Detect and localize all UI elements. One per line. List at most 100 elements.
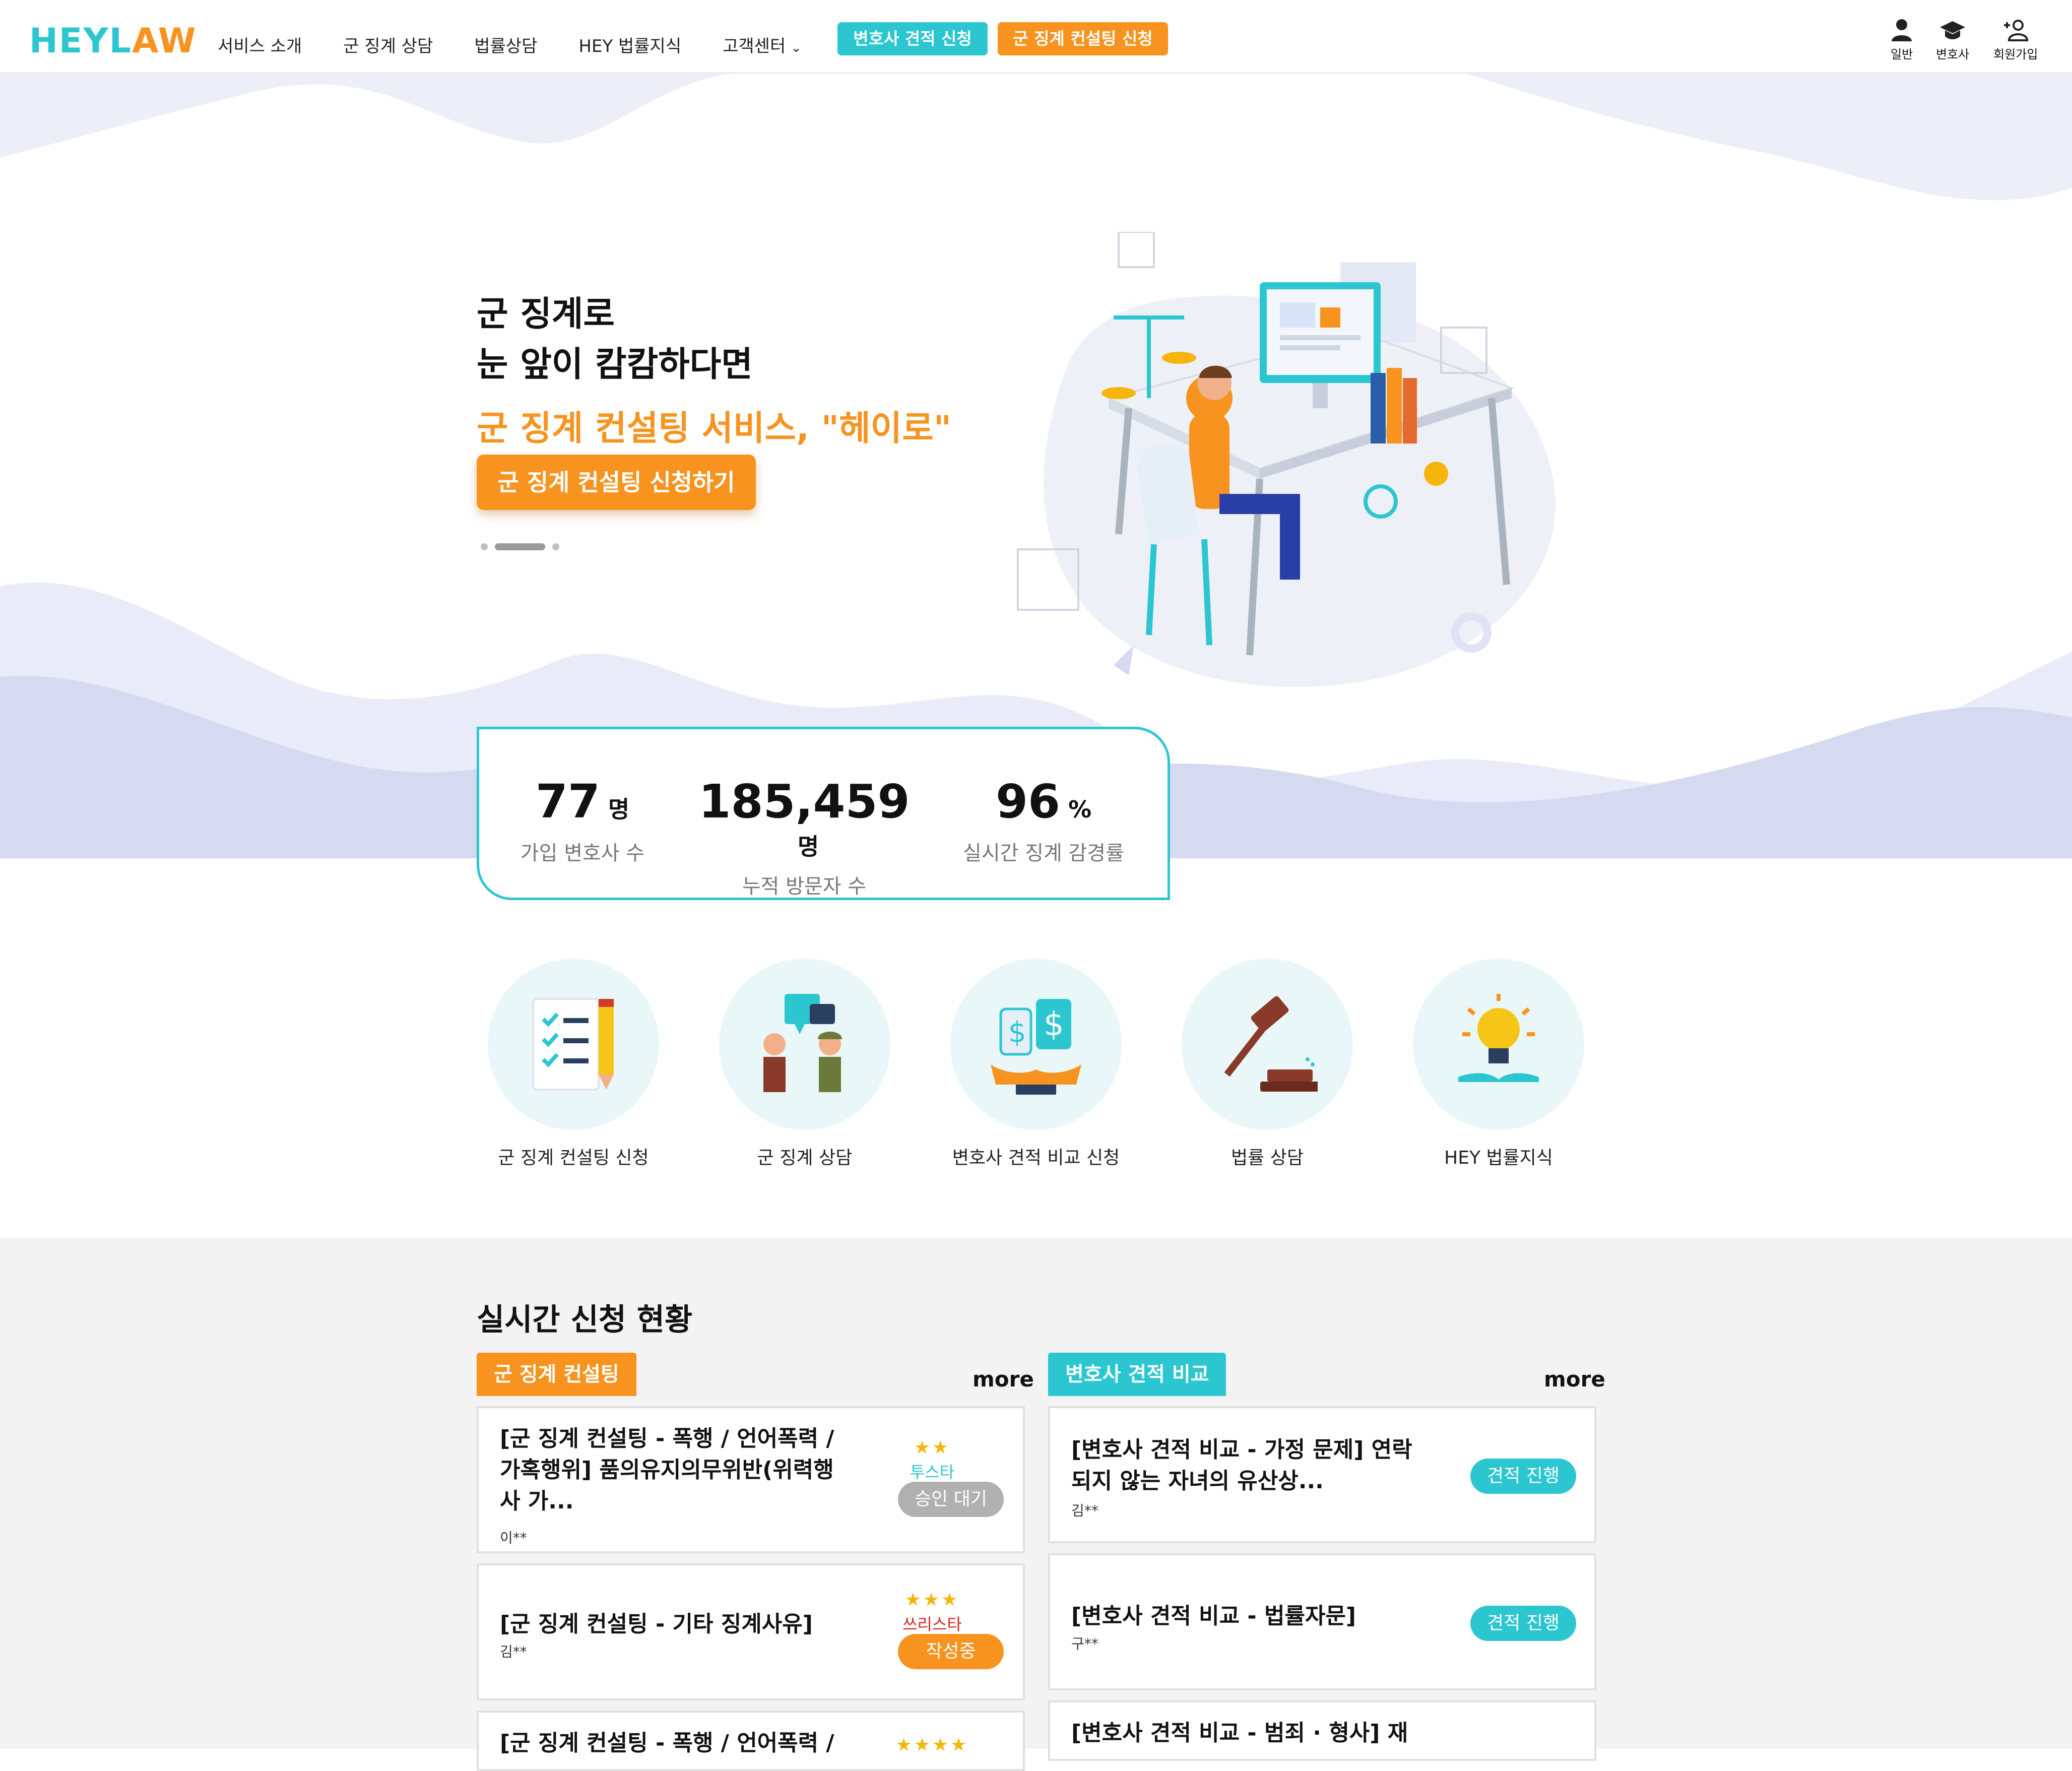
card-title-line: 가혹행위] 품의유지의무위반(위력행	[500, 1457, 834, 1483]
card-title: [군 징계 컨설팅 - 폭행 / 언어폭력 / 가혹행위] 품의유지의무위반(위…	[500, 1423, 834, 1517]
lightbulb-icon	[1458, 994, 1539, 1082]
service-label: 법률 상담	[1231, 1148, 1304, 1168]
service-label: 변호사 견적 비교 신청	[952, 1148, 1120, 1168]
graduation-cap-icon	[1940, 21, 1966, 39]
nav-service-intro[interactable]: 서비스 소개	[218, 32, 302, 57]
nav-military-consult[interactable]: 군 징계 상담	[343, 32, 433, 57]
service-legal-consult[interactable]: 법률 상담	[1182, 959, 1353, 1169]
status-badge: 견적 진행	[1470, 1606, 1576, 1641]
general-login-link[interactable]: 일반	[1891, 18, 1913, 62]
card-title-line: 사 가...	[500, 1488, 574, 1514]
service-circle	[488, 959, 659, 1130]
list-item[interactable]: [군 징계 컨설팅 - 기타 징계사유] 김** ★★★ 쓰리스타 작성중	[477, 1563, 1025, 1700]
service-military-consult[interactable]: 군 징계 상담	[719, 959, 890, 1169]
stat-reduction-unit: %	[1068, 796, 1092, 823]
carousel-dot[interactable]	[481, 543, 488, 550]
carousel-indicator	[481, 543, 559, 550]
stat-lawyers-label: 가입 변호사 수	[520, 842, 645, 865]
user-icon	[1892, 19, 1912, 41]
stat-reduction-value: 96	[995, 775, 1060, 829]
grade-label: 쓰리스타	[902, 1615, 962, 1634]
service-label: HEY 법률지식	[1444, 1148, 1553, 1168]
lawyer-login-label: 변호사	[1936, 47, 1970, 61]
nav-legal-consult[interactable]: 법률상담	[474, 32, 537, 57]
card-title: [군 징계 컨설팅 - 폭행 / 언어폭력 /	[500, 1730, 834, 1756]
star-rating: ★★	[914, 1437, 951, 1458]
card-title: [변호사 견적 비교 - 가정 문제] 연락 되지 않는 자녀의 유산상...	[1071, 1434, 1412, 1497]
card-title: [군 징계 컨설팅 - 기타 징계사유]	[500, 1611, 813, 1637]
nav-customer-center[interactable]: 고객센터 ⌄	[723, 32, 802, 57]
service-circle	[1413, 959, 1584, 1130]
list-item[interactable]: [변호사 견적 비교 - 범죄 · 형사] 재	[1048, 1700, 1596, 1761]
lawyer-login-link[interactable]: 변호사	[1936, 18, 1969, 62]
grade-label: 투스타	[910, 1463, 955, 1482]
nav-customer-center-label: 고객센터	[723, 36, 786, 56]
hero-title: 군 징계로 눈 앞이 캄캄하다면	[477, 289, 753, 390]
stat-lawyers: 77 명 가입 변호사 수	[520, 775, 645, 866]
stat-visitors-value: 185,459	[698, 775, 910, 829]
list-item[interactable]: [군 징계 컨설팅 - 폭행 / 언어폭력 / ★★★★	[477, 1711, 1025, 1771]
card-author: 김**	[1071, 1502, 1098, 1519]
gavel-icon	[1224, 996, 1318, 1092]
live-section-title: 실시간 신청 현황	[477, 1302, 693, 1338]
hero-title-line2: 눈 앞이 캄캄하다면	[477, 345, 753, 385]
card-title: [변호사 견적 비교 - 범죄 · 형사] 재	[1071, 1720, 1408, 1746]
nav-legal-knowledge[interactable]: HEY 법률지식	[578, 32, 681, 57]
svg-text:$: $	[1044, 1006, 1064, 1043]
card-author: 김**	[500, 1643, 527, 1660]
lawyer-quote-button[interactable]: 변호사 견적 신청	[837, 22, 988, 55]
add-user-icon	[2004, 20, 2029, 41]
card-author: 이**	[500, 1530, 527, 1546]
hero-title-line1: 군 징계로	[477, 294, 615, 334]
card-title-line: [변호사 견적 비교 - 가정 문제] 연락	[1071, 1437, 1412, 1463]
hero-cta-button[interactable]: 군 징계 컨설팅 신청하기	[477, 455, 756, 510]
list-item[interactable]: [군 징계 컨설팅 - 폭행 / 언어폭력 / 가혹행위] 품의유지의무위반(위…	[477, 1406, 1025, 1553]
logo[interactable]: HEYLAW	[29, 21, 197, 61]
card-title-line: 되지 않는 자녀의 유산상...	[1071, 1468, 1324, 1494]
svg-text:$: $	[1008, 1016, 1026, 1049]
service-label: 군 징계 상담	[757, 1148, 853, 1168]
consulting-apply-button[interactable]: 군 징계 컨설팅 신청	[998, 22, 1168, 55]
tab-military-consulting[interactable]: 군 징계 컨설팅	[477, 1353, 636, 1396]
list-item[interactable]: [변호사 견적 비교 - 가정 문제] 연락 되지 않는 자녀의 유산상... …	[1048, 1406, 1596, 1543]
signup-label: 회원가입	[1993, 47, 2038, 61]
live-section	[0, 1238, 2072, 1749]
checklist-icon	[532, 998, 614, 1091]
service-lawyer-quote[interactable]: $ $ 변호사 견적 비교 신청	[950, 959, 1122, 1169]
stat-lawyers-unit: 명	[608, 796, 630, 823]
service-consulting-apply[interactable]: 군 징계 컨설팅 신청	[488, 959, 659, 1169]
stat-reduction-label: 실시간 징계 감경률	[963, 842, 1124, 865]
left-more-link[interactable]: more	[973, 1367, 1034, 1392]
star-rating: ★★★	[904, 1590, 960, 1610]
card-title: [변호사 견적 비교 - 법률자문]	[1071, 1603, 1356, 1629]
list-item[interactable]: [변호사 견적 비교 - 법률자문] 구** 견적 진행	[1048, 1553, 1596, 1690]
signup-link[interactable]: 회원가입	[1993, 18, 2038, 62]
consultation-icon	[763, 994, 842, 1092]
stat-visitors-label: 누적 방문자 수	[742, 875, 867, 898]
status-badge: 승인 대기	[898, 1482, 1004, 1517]
stats-box: 77 명 가입 변호사 수 185,459 명 누적 방문자 수 96% 실시간 징…	[477, 727, 1170, 900]
stat-visitors: 185,459 명 누적 방문자 수	[696, 775, 913, 899]
carousel-dot-active[interactable]	[495, 543, 545, 550]
price-tag-icon: $ $	[991, 999, 1081, 1095]
service-circle: $ $	[950, 959, 1122, 1130]
tab-lawyer-quote[interactable]: 변호사 견적 비교	[1048, 1353, 1226, 1396]
right-more-link[interactable]: more	[1544, 1367, 1605, 1392]
status-badge: 견적 진행	[1470, 1459, 1576, 1494]
card-title-line: [군 징계 컨설팅 - 폭행 / 언어폭력 /	[500, 1426, 834, 1451]
main-nav: 서비스 소개 군 징계 상담 법률상담 HEY 법률지식 고객센터 ⌄	[218, 32, 843, 57]
carousel-dot[interactable]	[552, 543, 559, 550]
status-badge: 작성중	[898, 1634, 1004, 1669]
service-label: 군 징계 컨설팅 신청	[498, 1148, 649, 1168]
service-circle	[719, 959, 890, 1130]
general-login-label: 일반	[1891, 47, 1913, 61]
chevron-down-icon: ⌄	[791, 40, 802, 55]
service-legal-knowledge[interactable]: HEY 법률지식	[1413, 959, 1584, 1169]
stat-reduction: 96% 실시간 징계 감경률	[958, 775, 1129, 866]
stat-lawyers-value: 77	[535, 775, 600, 829]
star-rating: ★★★★	[895, 1735, 969, 1755]
stat-visitors-unit: 명	[797, 833, 819, 860]
site-header: HEYLAW 서비스 소개 군 징계 상담 법률상담 HEY 법률지식 고객센터…	[0, 0, 2072, 74]
service-circle	[1182, 959, 1353, 1130]
hero-subtitle: 군 징계 컨설팅 서비스, "헤이로"	[477, 409, 952, 449]
